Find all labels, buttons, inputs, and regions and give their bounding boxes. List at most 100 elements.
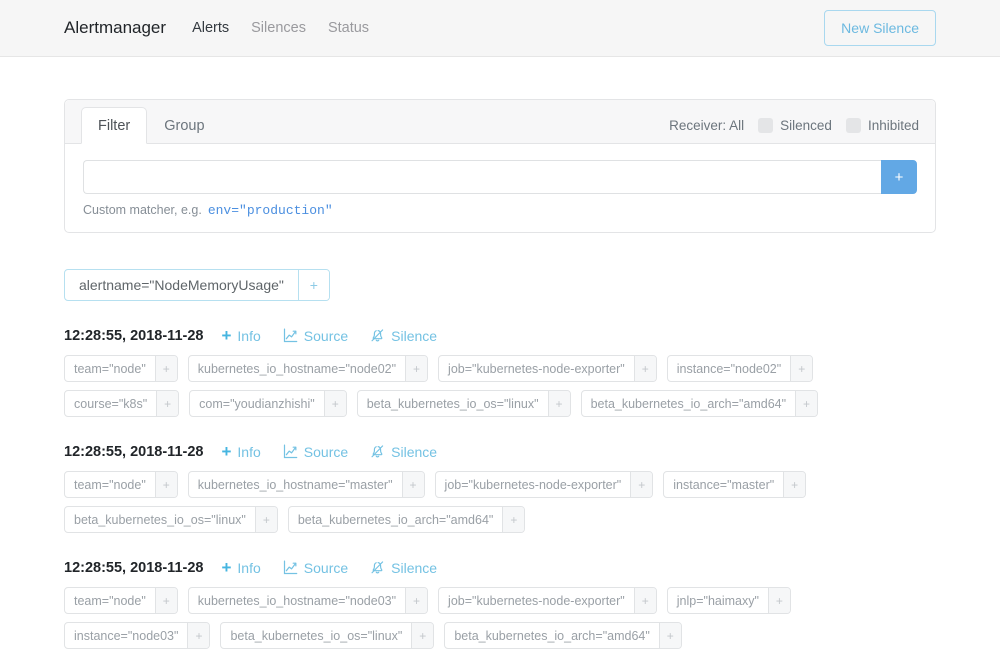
- alert-label-chip: instance="master" +: [663, 471, 807, 498]
- alert-action-silence[interactable]: Silence: [370, 328, 437, 344]
- alert-action-info[interactable]: + Info: [221, 327, 260, 344]
- alert-label-chip: instance="node02" +: [666, 355, 814, 382]
- alert-label-chip: team="node" +: [64, 471, 178, 498]
- chart-line-icon: [283, 444, 298, 459]
- alert-label-chip: kubernetes_io_hostname="master" +: [187, 471, 425, 498]
- alert-label-add-button[interactable]: +: [411, 623, 434, 648]
- alert-label-add-button[interactable]: +: [630, 472, 653, 497]
- alert-label-add-button[interactable]: +: [783, 472, 806, 497]
- alert-label-add-button[interactable]: +: [547, 391, 570, 416]
- alert-action-info[interactable]: + Info: [221, 443, 260, 460]
- alert-action-source[interactable]: Source: [283, 328, 348, 344]
- alert-action-info[interactable]: + Info: [221, 559, 260, 576]
- alert-label-text: team="node": [74, 477, 146, 492]
- alert-label-text: kubernetes_io_hostname="node02": [197, 361, 397, 376]
- chart-line-icon: [283, 328, 298, 343]
- filter-card-body: + Custom matcher, e.g. env="production": [65, 144, 935, 232]
- alert-action-label: Source: [303, 327, 349, 344]
- alert-label-text: jnlp="haimaxy": [676, 593, 759, 608]
- alert-label-chip: beta_kubernetes_io_arch="amd64" +: [580, 390, 819, 417]
- alert-label-add-button[interactable]: +: [187, 623, 210, 648]
- checkbox-icon[interactable]: [758, 118, 774, 133]
- toggle-silenced-label: Silenced: [780, 118, 832, 133]
- alert-action-label: Silence: [391, 443, 438, 460]
- matcher-input-group: +: [83, 160, 917, 194]
- alert-label-chip: team="node" +: [64, 355, 178, 382]
- app-brand: Alertmanager: [64, 18, 167, 37]
- alert-label-chip: jnlp="haimaxy" +: [666, 587, 791, 614]
- toggle-inhibited-label: Inhibited: [867, 118, 919, 133]
- alert-label-text: instance="master": [673, 477, 775, 492]
- alert-list: 12:28:55, 2018-11-28 + Info Source Silence te…: [64, 327, 936, 649]
- alert-label-add-button[interactable]: +: [633, 356, 656, 381]
- alert-label-text: kubernetes_io_hostname="master": [197, 477, 393, 492]
- alert-item: 12:28:55, 2018-11-28 + Info Source Silence te…: [64, 327, 936, 417]
- filter-card-header: Filter Group Receiver: All Silenced Inhi…: [65, 100, 935, 144]
- alert-label-chip: beta_kubernetes_io_arch="amd64" +: [444, 622, 682, 649]
- alert-label-add-button[interactable]: +: [767, 588, 790, 613]
- alert-label-text: job="kubernetes-node-exporter": [448, 361, 625, 376]
- alert-label-text: beta_kubernetes_io_arch="amd64": [297, 512, 494, 527]
- bell-slash-icon: [371, 561, 384, 574]
- alert-label-text: team="node": [74, 593, 146, 608]
- alert-label-text: team="node": [74, 361, 146, 376]
- toggle-inhibited[interactable]: Inhibited: [845, 118, 919, 133]
- alert-label-add-button[interactable]: +: [633, 588, 656, 613]
- alert-label-add-button[interactable]: +: [502, 507, 525, 532]
- chart-line-icon: [283, 560, 298, 575]
- alert-action-silence[interactable]: Silence: [370, 444, 437, 460]
- alert-label-add-button[interactable]: +: [154, 588, 177, 613]
- alert-label-add-button[interactable]: +: [405, 588, 428, 613]
- alert-action-source[interactable]: Source: [283, 444, 348, 460]
- add-matcher-button[interactable]: +: [881, 160, 917, 194]
- alert-label-add-button[interactable]: +: [795, 391, 818, 416]
- group-filter-row: alertname="NodeMemoryUsage" +: [64, 269, 936, 301]
- alert-label-text: beta_kubernetes_io_os="linux": [230, 628, 403, 643]
- alert-label-text: instance="node03": [74, 628, 179, 643]
- alert-action-label: Info: [237, 559, 261, 576]
- new-silence-button[interactable]: New Silence: [824, 9, 936, 47]
- alert-item: 12:28:55, 2018-11-28 + Info Source Silence te…: [64, 443, 936, 533]
- alert-label-add-button[interactable]: +: [156, 391, 179, 416]
- toggle-silenced[interactable]: Silenced: [758, 118, 832, 133]
- tab-group[interactable]: Group: [147, 107, 221, 144]
- alert-label-text: beta_kubernetes_io_os="linux": [366, 396, 539, 411]
- checkbox-icon[interactable]: [845, 118, 861, 133]
- alert-label-add-button[interactable]: +: [254, 507, 277, 532]
- alert-label-text: job="kubernetes-node-exporter": [448, 593, 625, 608]
- alert-action-label: Silence: [391, 327, 438, 344]
- help-prefix: Custom matcher, e.g.: [83, 203, 202, 217]
- group-filter-chip: alertname="NodeMemoryUsage" +: [64, 269, 330, 301]
- tab-filter[interactable]: Filter: [81, 107, 148, 144]
- filter-card: Filter Group Receiver: All Silenced Inhi…: [64, 99, 936, 233]
- help-code-example[interactable]: env="production": [208, 203, 333, 218]
- alert-label-text: kubernetes_io_hostname="node03": [197, 593, 397, 608]
- nav-link-status[interactable]: Status: [328, 20, 369, 36]
- alert-label-add-button[interactable]: +: [154, 472, 177, 497]
- nav-link-alerts[interactable]: Alerts: [192, 20, 229, 36]
- nav-link-silences[interactable]: Silences: [251, 20, 306, 36]
- primary-nav: Alerts Silences Status: [192, 20, 369, 36]
- alert-label-text: beta_kubernetes_io_os="linux": [74, 512, 246, 527]
- alert-label-chip: team="node" +: [64, 587, 178, 614]
- alert-label-text: beta_kubernetes_io_arch="amd64": [454, 628, 650, 643]
- alert-label-add-button[interactable]: +: [405, 356, 428, 381]
- alert-label-add-button[interactable]: +: [790, 356, 813, 381]
- alert-label-add-button[interactable]: +: [154, 356, 177, 381]
- alert-label-list: team="node" + kubernetes_io_hostname="mast…: [64, 471, 936, 533]
- alert-label-add-button[interactable]: +: [658, 623, 681, 648]
- top-navbar: Alertmanager Alerts Silences Status New …: [0, 0, 1000, 57]
- alert-label-add-button[interactable]: +: [323, 391, 346, 416]
- alert-action-silence[interactable]: Silence: [370, 560, 437, 576]
- filter-tabs: Filter Group: [81, 100, 222, 144]
- matcher-input[interactable]: [83, 160, 881, 194]
- alert-label-chip: kubernetes_io_hostname="node03" +: [187, 587, 429, 614]
- alert-action-source[interactable]: Source: [283, 560, 348, 576]
- page-container: Filter Group Receiver: All Silenced Inhi…: [0, 99, 1000, 649]
- navbar-actions: New Silence: [824, 9, 936, 47]
- receiver-label[interactable]: Receiver: All: [669, 118, 744, 133]
- alert-label-chip: job="kubernetes-node-exporter" +: [438, 587, 657, 614]
- alert-label-text: job="kubernetes-node-exporter": [444, 477, 622, 492]
- alert-label-add-button[interactable]: +: [401, 472, 424, 497]
- group-filter-add-button[interactable]: +: [297, 270, 329, 300]
